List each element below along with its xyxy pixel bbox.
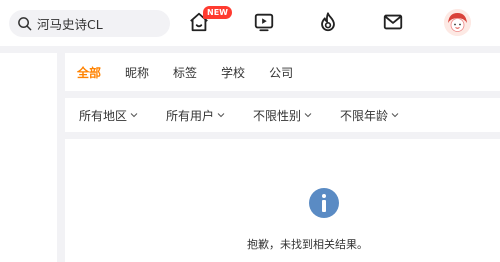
filter-age[interactable]: 不限年龄 bbox=[340, 107, 399, 124]
empty-state: 抱歉，未找到相关结果。 bbox=[65, 139, 500, 262]
tab-school[interactable]: 学校 bbox=[221, 64, 245, 81]
hot-button[interactable] bbox=[313, 8, 343, 36]
filter-user[interactable]: 所有用户 bbox=[166, 107, 225, 124]
chevron-down-icon bbox=[217, 113, 225, 118]
avatar[interactable] bbox=[444, 9, 471, 36]
filter-region-label: 所有地区 bbox=[79, 108, 128, 123]
filter-region[interactable]: 所有地区 bbox=[79, 107, 138, 124]
filter-user-label: 所有用户 bbox=[166, 108, 215, 123]
left-panel bbox=[0, 53, 57, 262]
message-icon bbox=[383, 14, 403, 30]
tab-tag[interactable]: 标签 bbox=[173, 64, 197, 81]
filter-bar: 所有地区 所有用户 不限性别 不限年龄 bbox=[65, 98, 500, 132]
search-query[interactable]: 河马史诗CL bbox=[37, 14, 103, 33]
chevron-down-icon bbox=[130, 113, 138, 118]
filter-gender-label: 不限性别 bbox=[253, 108, 302, 123]
new-badge: NEW bbox=[203, 6, 232, 19]
search-type-tabs: 全部 昵称 标签 学校 公司 bbox=[65, 53, 500, 91]
search-box[interactable]: 河马史诗CL bbox=[9, 10, 170, 37]
filter-gender[interactable]: 不限性别 bbox=[253, 107, 312, 124]
empty-message: 抱歉，未找到相关结果。 bbox=[247, 238, 368, 251]
message-button[interactable] bbox=[378, 8, 408, 36]
top-bar: 河马史诗CL NEW bbox=[0, 0, 500, 46]
search-icon bbox=[18, 17, 32, 31]
video-icon bbox=[254, 13, 274, 32]
chevron-down-icon bbox=[391, 113, 399, 118]
info-icon bbox=[309, 188, 339, 218]
filter-age-label: 不限年龄 bbox=[340, 108, 389, 123]
chevron-down-icon bbox=[304, 113, 312, 118]
hot-icon bbox=[321, 12, 335, 32]
tab-all[interactable]: 全部 bbox=[77, 64, 101, 81]
tab-nickname[interactable]: 昵称 bbox=[125, 64, 149, 81]
avatar-image bbox=[444, 9, 471, 36]
tab-company[interactable]: 公司 bbox=[269, 64, 293, 81]
video-button[interactable] bbox=[249, 8, 279, 36]
